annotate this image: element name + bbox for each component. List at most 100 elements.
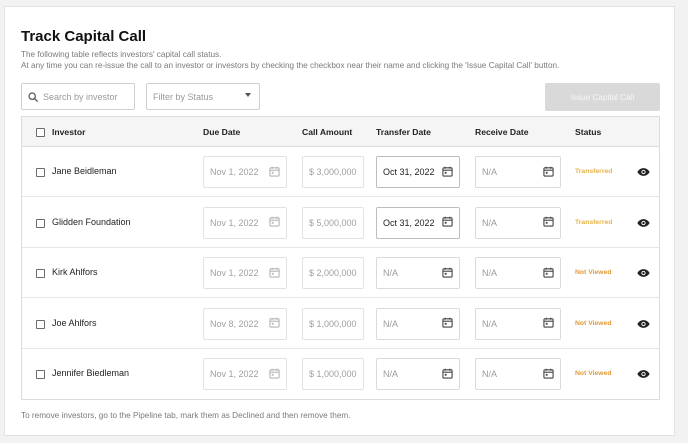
chevron-down-icon <box>245 92 251 97</box>
header-status: Status <box>575 127 602 137</box>
status-badge: Not Viewed <box>575 269 612 276</box>
calendar-icon <box>269 166 280 179</box>
issue-capital-call-button[interactable]: Issue Capital Call <box>545 83 660 111</box>
calendar-icon[interactable] <box>442 166 453 179</box>
header-receive-date: Receive Date <box>475 127 529 137</box>
row-checkbox[interactable] <box>36 218 45 228</box>
row-checkbox[interactable] <box>36 370 45 379</box>
investor-name: Glidden Foundation <box>52 216 131 227</box>
receive-date-value: N/A <box>482 167 498 177</box>
call-amount-value: $ 1,000,000 <box>309 369 357 379</box>
due-date-field: Nov 1, 2022 <box>203 206 287 239</box>
due-date-field: Nov 8, 2022 <box>203 307 287 340</box>
investor-name: Jane Beidleman <box>52 166 117 176</box>
receive-date-value: N/A <box>482 268 498 278</box>
status-filter-label: Filter by Status <box>153 91 214 102</box>
receive-date-field[interactable]: N/A <box>475 257 561 289</box>
transfer-date-field[interactable]: Oct 31, 2022 <box>376 206 460 239</box>
receive-date-value: N/A <box>482 318 498 329</box>
due-date-field: Nov 1, 2022 <box>203 257 287 289</box>
status-badge: Transferred <box>575 218 613 226</box>
call-amount-field: $ 5,000,000 <box>302 206 364 239</box>
receive-date-field[interactable]: N/A <box>475 307 561 340</box>
status-badge: Transferred <box>575 168 613 175</box>
description-line-2: At any time you can re-issue the call to… <box>21 61 560 70</box>
transfer-date-value: Oct 31, 2022 <box>383 167 435 177</box>
due-date-value: Nov 8, 2022 <box>210 318 259 329</box>
transfer-date-value: Oct 31, 2022 <box>383 217 435 228</box>
page-description: The following table reflects investors' … <box>21 49 559 71</box>
search-box[interactable] <box>21 83 135 110</box>
calendar-icon[interactable] <box>442 368 453 381</box>
due-date-field: Nov 1, 2022 <box>203 358 287 390</box>
receive-date-value: N/A <box>482 217 498 228</box>
header-transfer-date: Transfer Date <box>376 127 431 137</box>
call-amount-field: $ 1,000,000 <box>302 358 364 390</box>
transfer-date-field[interactable]: Oct 31, 2022 <box>376 156 460 188</box>
transfer-date-field[interactable]: N/A <box>376 358 460 390</box>
eye-icon[interactable] <box>637 164 650 182</box>
calendar-icon[interactable] <box>442 317 453 330</box>
calendar-icon <box>269 267 280 280</box>
call-amount-value: $ 3,000,000 <box>309 167 357 177</box>
call-amount-field: $ 1,000,000 <box>302 307 364 340</box>
footer-note: To remove investors, go to the Pipeline … <box>21 411 351 420</box>
table-row: Glidden Foundation Nov 1, 2022 $ 5,000,000… <box>22 198 659 248</box>
calendar-icon <box>269 317 280 330</box>
row-checkbox[interactable] <box>36 269 45 278</box>
status-badge: Not Viewed <box>575 319 612 327</box>
transfer-date-value: N/A <box>383 369 399 379</box>
eye-icon[interactable] <box>637 215 650 233</box>
call-amount-value: $ 5,000,000 <box>309 217 357 228</box>
status-badge: Not Viewed <box>575 370 612 377</box>
receive-date-field[interactable]: N/A <box>475 156 561 188</box>
call-amount-value: $ 1,000,000 <box>309 318 357 329</box>
calendar-icon[interactable] <box>543 267 554 280</box>
calendar-icon[interactable] <box>543 166 554 179</box>
calendar-icon[interactable] <box>543 368 554 381</box>
call-amount-field: $ 2,000,000 <box>302 257 364 289</box>
row-checkbox[interactable] <box>36 168 45 177</box>
transfer-date-field[interactable]: N/A <box>376 257 460 289</box>
receive-date-value: N/A <box>482 369 498 379</box>
header-call-amount: Call Amount <box>302 127 353 137</box>
calendar-icon[interactable] <box>442 216 453 229</box>
row-checkbox[interactable] <box>36 319 45 329</box>
transfer-date-value: N/A <box>383 318 399 329</box>
table-row: Jane Beidleman Nov 1, 2022 $ 3,000,000 Oct … <box>22 147 659 197</box>
select-all-checkbox[interactable] <box>36 128 45 137</box>
table-header: Investor Due Date Call Amount Transfer D… <box>22 117 659 147</box>
calendar-icon <box>269 368 280 381</box>
eye-icon[interactable] <box>637 265 650 283</box>
search-icon <box>28 91 38 102</box>
transfer-date-field[interactable]: N/A <box>376 307 460 340</box>
due-date-value: Nov 1, 2022 <box>210 167 259 177</box>
calendar-icon[interactable] <box>543 216 554 229</box>
due-date-field: Nov 1, 2022 <box>203 156 287 188</box>
call-amount-field: $ 3,000,000 <box>302 156 364 188</box>
eye-icon[interactable] <box>637 316 650 334</box>
investor-name: Jennifer Biedleman <box>52 368 130 378</box>
header-investor: Investor <box>52 127 86 137</box>
receive-date-field[interactable]: N/A <box>475 206 561 239</box>
investor-name: Kirk Ahlfors <box>52 267 98 277</box>
status-filter-select[interactable]: Filter by Status <box>146 83 260 110</box>
capital-call-table: Investor Due Date Call Amount Transfer D… <box>21 116 660 400</box>
description-line-1: The following table reflects investors' … <box>21 50 222 59</box>
call-amount-value: $ 2,000,000 <box>309 268 357 278</box>
page-title: Track Capital Call <box>21 28 147 45</box>
table-row: Joe Ahlfors Nov 8, 2022 $ 1,000,000 N/A N/A N… <box>22 299 659 349</box>
calendar-icon[interactable] <box>442 267 453 280</box>
calendar-icon[interactable] <box>543 317 554 330</box>
due-date-value: Nov 1, 2022 <box>210 217 259 228</box>
receive-date-field[interactable]: N/A <box>475 358 561 390</box>
header-due-date: Due Date <box>203 127 241 137</box>
transfer-date-value: N/A <box>383 268 399 278</box>
due-date-value: Nov 1, 2022 <box>210 369 259 379</box>
search-input[interactable] <box>43 91 128 102</box>
table-row: Jennifer Biedleman Nov 1, 2022 $ 1,000,000… <box>22 349 659 399</box>
due-date-value: Nov 1, 2022 <box>210 268 259 278</box>
investor-name: Joe Ahlfors <box>52 317 97 328</box>
calendar-icon <box>269 216 280 229</box>
eye-icon[interactable] <box>637 366 650 384</box>
